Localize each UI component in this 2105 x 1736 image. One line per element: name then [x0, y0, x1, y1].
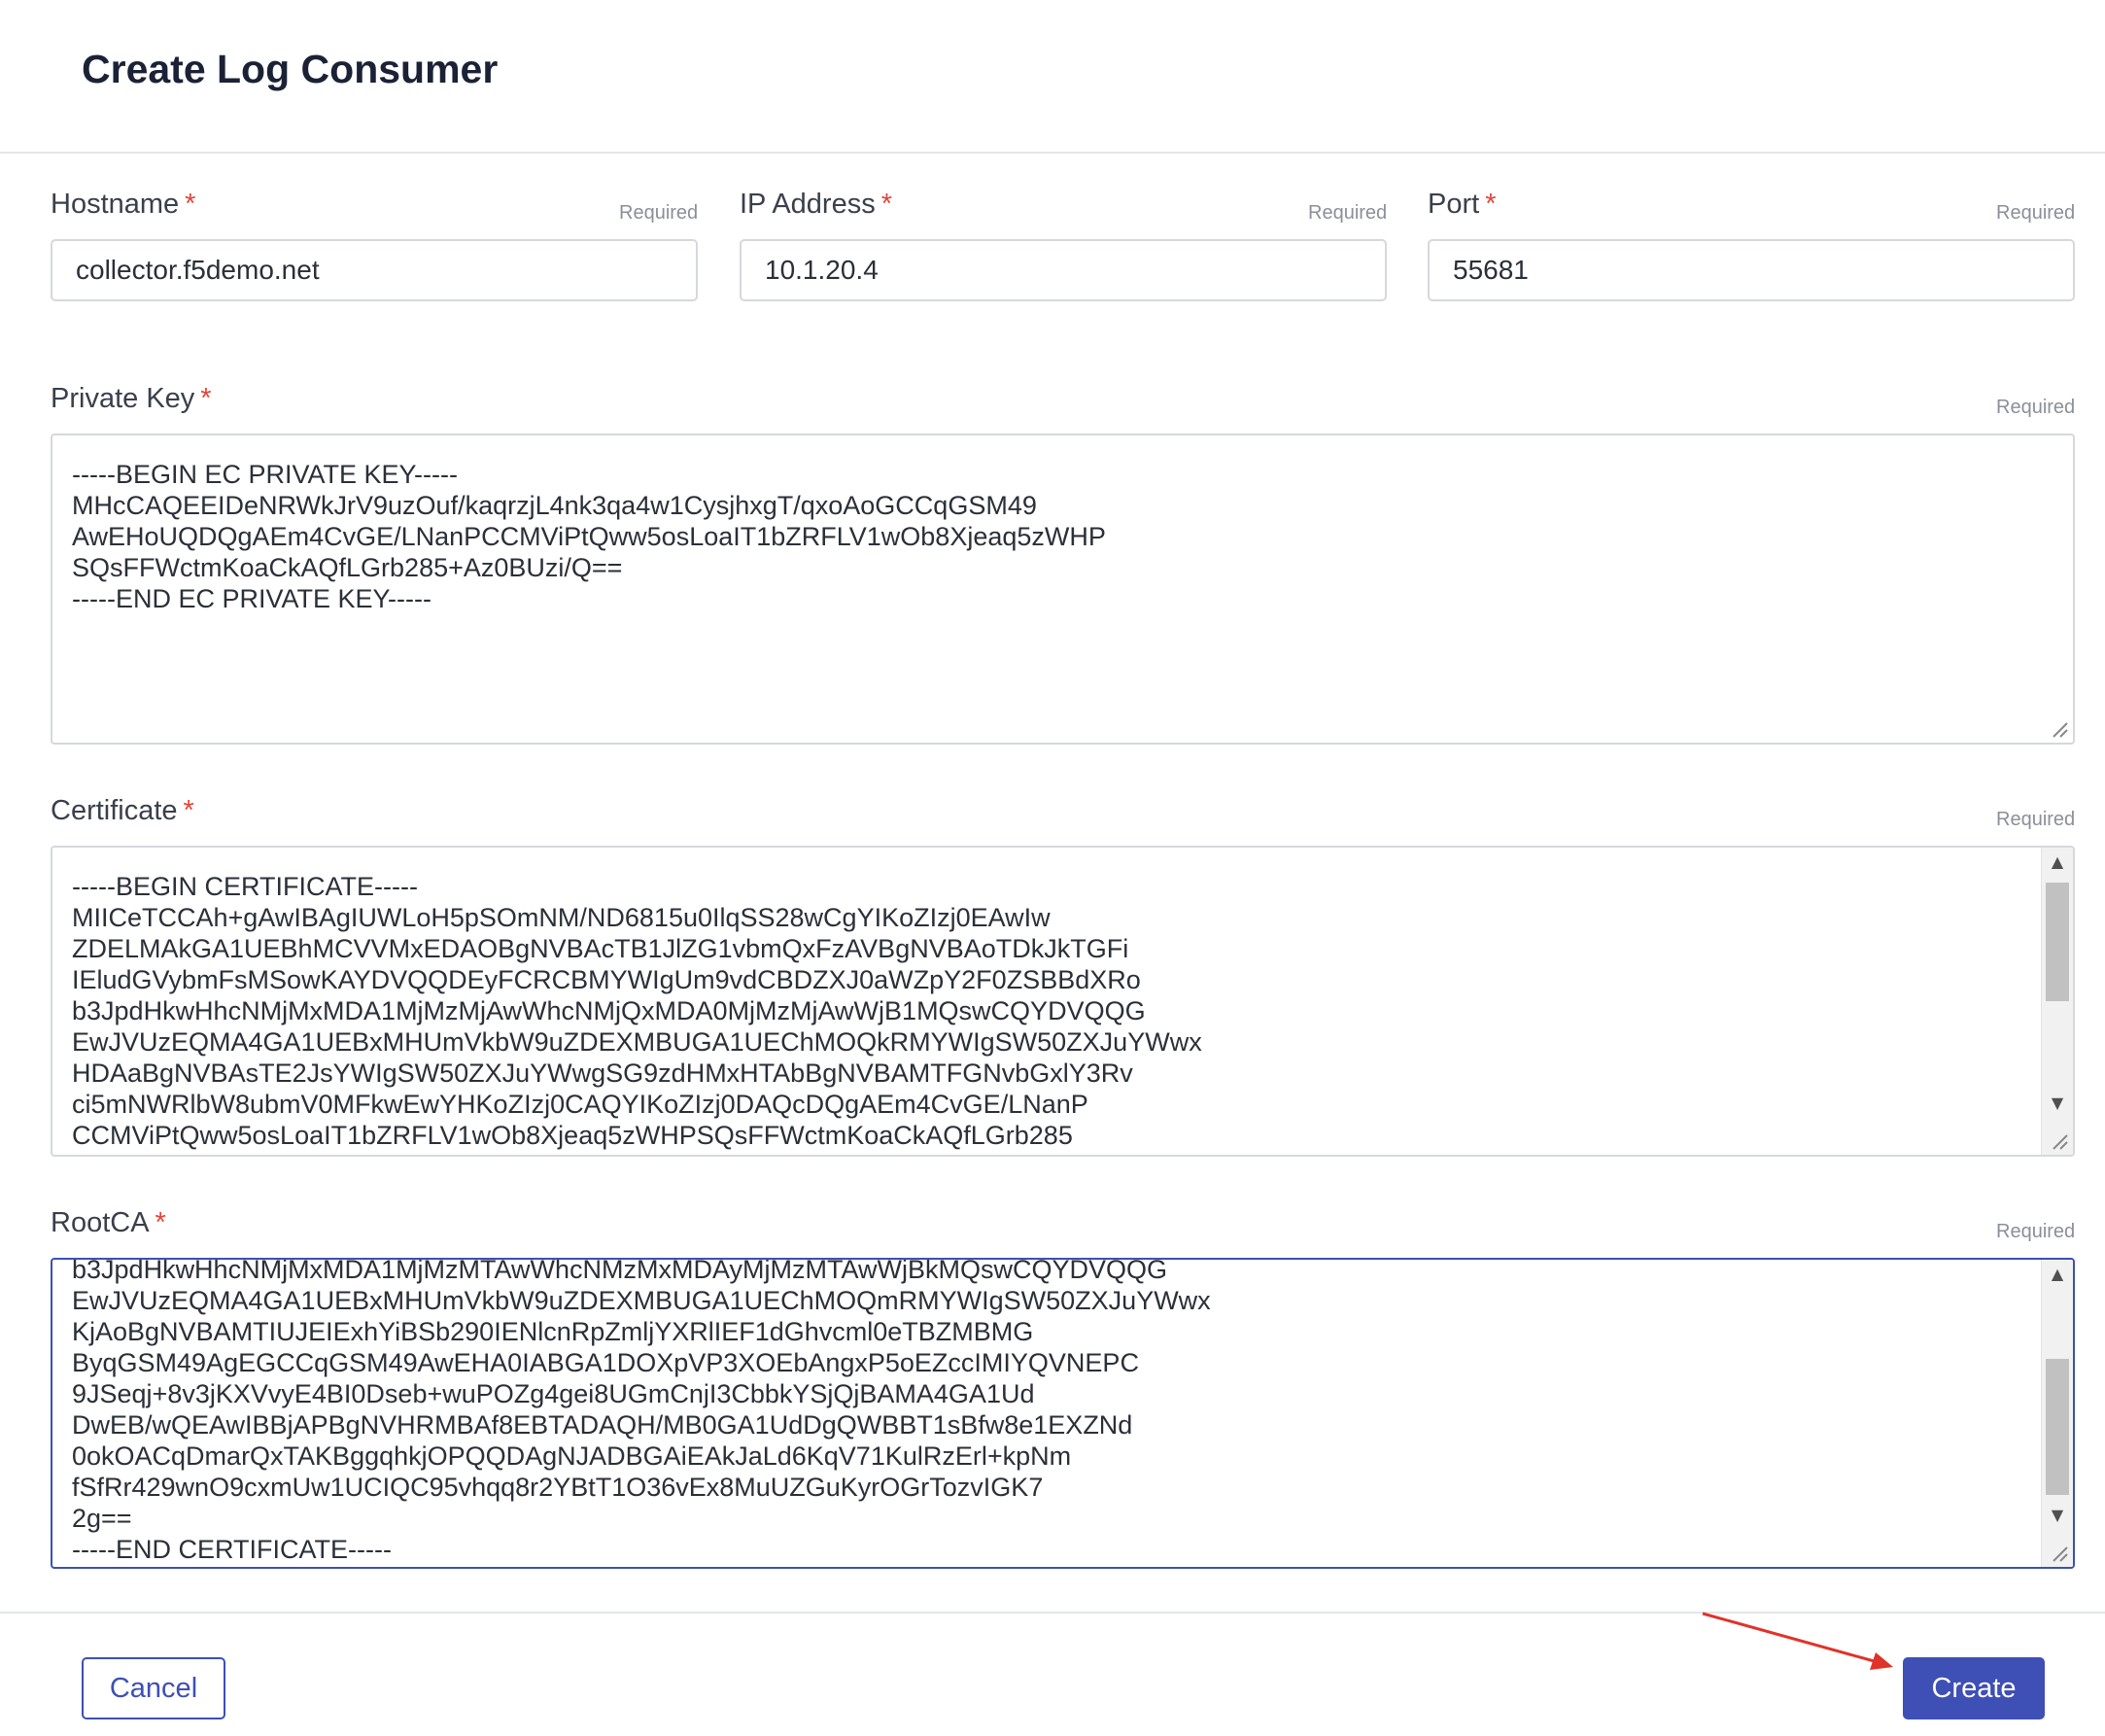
port-label: Port *	[1428, 189, 1497, 220]
resize-grip-icon[interactable]	[2048, 1542, 2069, 1563]
certificate-required-hint: Required	[1996, 809, 2076, 830]
dialog-footer	[0, 1612, 2105, 1614]
private-key-text: -----BEGIN EC PRIVATE KEY----- MHcCAQEEI…	[72, 460, 1106, 613]
required-star: *	[1485, 189, 1497, 220]
scroll-thumb[interactable]	[2046, 1359, 2069, 1495]
private-key-textarea[interactable]: -----BEGIN EC PRIVATE KEY----- MHcCAQEEI…	[51, 434, 2075, 745]
ip-address-input[interactable]: 10.1.20.4	[740, 239, 1387, 301]
scroll-down-icon[interactable]: ▼	[2042, 1089, 2073, 1118]
cancel-button[interactable]: Cancel	[82, 1657, 225, 1719]
root-ca-textarea[interactable]: b3JpdHkwHhcNMjMxMDA1MjMzMTAwWhcNMzMxMDAy…	[51, 1258, 2075, 1569]
private-key-required-hint: Required	[1996, 397, 2076, 418]
hostname-label: Hostname *	[51, 189, 196, 220]
ip-address-label: IP Address *	[740, 189, 893, 220]
scroll-thumb[interactable]	[2046, 883, 2069, 1001]
required-star: *	[183, 795, 194, 826]
port-input[interactable]: 55681	[1428, 239, 2075, 301]
create-button[interactable]: Create	[1903, 1657, 2045, 1719]
hostname-required-hint: Required	[619, 202, 699, 224]
required-star: *	[880, 189, 893, 220]
root-ca-scrollbar[interactable]: ▲ ▼	[2041, 1260, 2073, 1567]
ip-address-required-hint: Required	[1308, 202, 1388, 224]
private-key-label: Private Key *	[51, 383, 212, 414]
certificate-text: -----BEGIN CERTIFICATE----- MIICeTCCAh+g…	[72, 872, 1202, 1150]
dialog-header: Create Log Consumer	[0, 0, 2105, 154]
scroll-up-icon[interactable]: ▲	[2042, 848, 2073, 877]
required-star: *	[155, 1207, 166, 1238]
scroll-down-icon[interactable]: ▼	[2042, 1501, 2073, 1530]
root-ca-label: RootCA *	[51, 1207, 166, 1238]
root-ca-text: b3JpdHkwHhcNMjMxMDA1MjMzMTAwWhcNMzMxMDAy…	[72, 1258, 1211, 1564]
certificate-scrollbar[interactable]: ▲ ▼	[2041, 848, 2073, 1155]
resize-grip-icon[interactable]	[2048, 1129, 2069, 1151]
resize-grip-icon[interactable]	[2048, 717, 2069, 739]
hostname-input[interactable]: collector.f5demo.net	[51, 239, 698, 301]
port-required-hint: Required	[1996, 202, 2076, 224]
certificate-label: Certificate *	[51, 795, 194, 826]
required-star: *	[185, 189, 196, 220]
dialog-title: Create Log Consumer	[82, 47, 499, 91]
required-star: *	[200, 383, 212, 414]
certificate-textarea[interactable]: -----BEGIN CERTIFICATE----- MIICeTCCAh+g…	[51, 846, 2075, 1157]
scroll-up-icon[interactable]: ▲	[2042, 1260, 2073, 1289]
root-ca-required-hint: Required	[1996, 1221, 2076, 1242]
